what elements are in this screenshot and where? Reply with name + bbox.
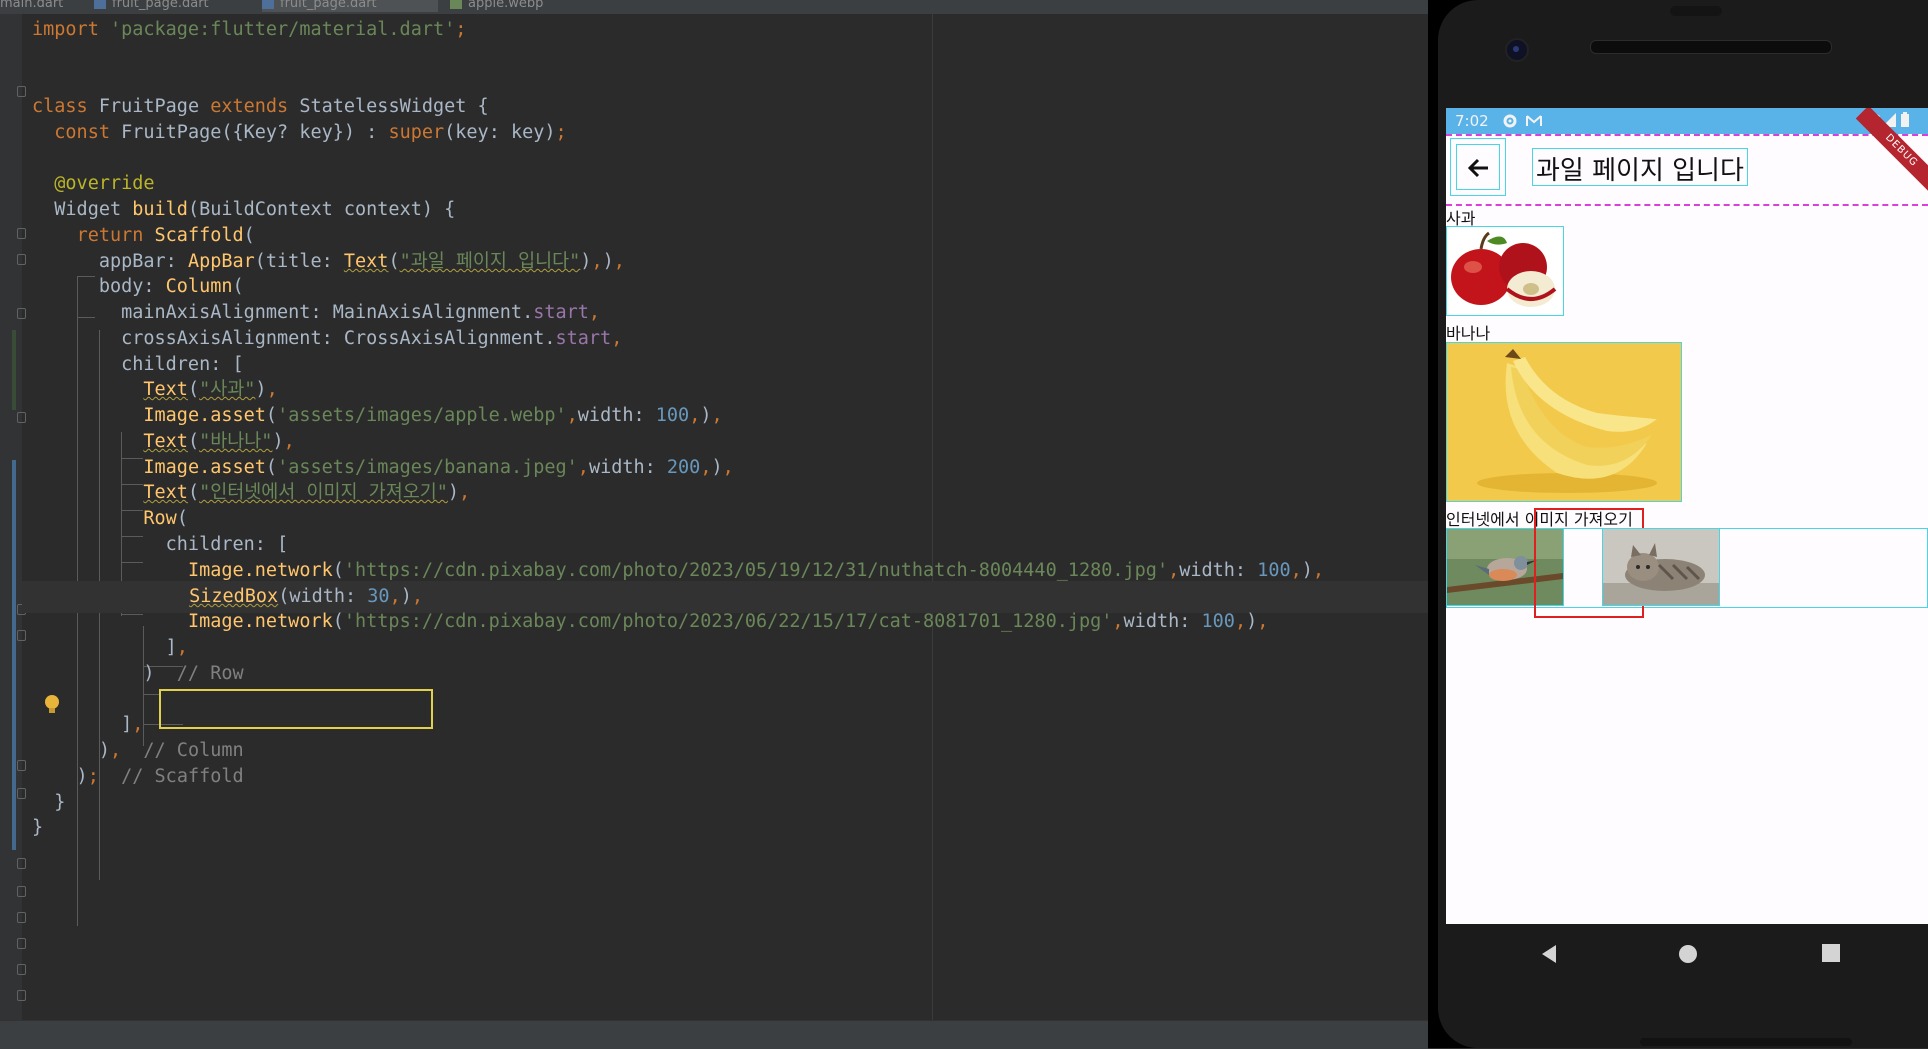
phone-top-notch	[1670, 6, 1722, 16]
gmail-icon	[1526, 115, 1542, 126]
fold-icon[interactable]	[17, 938, 26, 949]
sizedbox-selection-highlight	[159, 689, 433, 729]
debug-dash-line	[1446, 134, 1928, 136]
phone-screen[interactable]: 7:02 과일 페이지 입니다 DEBUG 사과 바나나 인터넷에서 이미지 가…	[1446, 108, 1928, 924]
editor-tab-bar: main.dart fruit_page.dart fruit_page.dar…	[0, 0, 1428, 14]
banana-label: 바나나	[1446, 324, 1491, 343]
fold-icon[interactable]	[17, 86, 26, 97]
code-editor[interactable]: import 'package:flutter/material.dart'; …	[0, 14, 1428, 1020]
cat-illustration	[1603, 529, 1719, 605]
phone-bottom-slot	[1640, 1038, 1852, 1046]
fold-icon[interactable]	[17, 912, 26, 923]
arrow-back-icon	[1467, 158, 1488, 178]
fold-icon[interactable]	[17, 964, 26, 975]
debug-dash-line	[1446, 204, 1928, 206]
fold-icon[interactable]	[17, 886, 26, 897]
fold-icon[interactable]	[17, 412, 26, 423]
code-line[interactable]: Image.network('https://cdn.pixabay.com/p…	[32, 606, 1268, 638]
gear-icon	[1503, 114, 1517, 128]
recents-nav-icon[interactable]	[1822, 944, 1840, 962]
code-line[interactable]: const FruitPage({Key? key}) : super(key:…	[32, 117, 566, 149]
banana-illustration	[1447, 343, 1681, 501]
fold-icon[interactable]	[17, 760, 26, 771]
fold-icon[interactable]	[17, 990, 26, 1001]
fold-icon[interactable]	[17, 858, 26, 869]
change-marker	[12, 330, 16, 410]
tab-fruit-page-active[interactable]: fruit_page.dart	[262, 0, 438, 12]
code-line[interactable]: import 'package:flutter/material.dart';	[32, 14, 466, 46]
android-nav-bar	[1446, 924, 1928, 984]
front-camera	[1505, 38, 1529, 62]
back-nav-icon[interactable]	[1540, 944, 1558, 964]
dart-file-icon	[94, 0, 106, 9]
image-file-icon	[450, 0, 462, 9]
widget-tree-guide	[143, 694, 159, 695]
cat-image	[1602, 528, 1720, 606]
editor-gutter	[0, 14, 22, 1020]
code-line[interactable]: ) // Row	[32, 658, 243, 690]
battery-icon	[1901, 112, 1909, 127]
fold-icon[interactable]	[17, 308, 26, 319]
lightbulb-icon[interactable]	[44, 694, 60, 716]
fold-icon[interactable]	[17, 788, 26, 799]
banana-image	[1446, 342, 1682, 502]
ide-status-bar	[0, 1020, 1428, 1049]
tab-apple-webp[interactable]: apple.webp	[450, 0, 580, 12]
change-marker	[12, 460, 16, 850]
home-nav-icon[interactable]	[1678, 944, 1698, 964]
android-status-bar: 7:02	[1446, 108, 1928, 134]
apple-illustration	[1447, 227, 1563, 315]
right-margin-guide	[932, 14, 933, 1020]
code-line[interactable]: }	[32, 812, 43, 844]
earpiece-speaker	[1590, 40, 1832, 54]
apple-image	[1446, 226, 1564, 316]
fold-icon[interactable]	[17, 630, 26, 641]
dart-file-icon	[262, 0, 274, 9]
page-title: 과일 페이지 입니다	[1536, 156, 1744, 186]
status-time: 7:02	[1455, 112, 1489, 130]
app-bar: 과일 페이지 입니다 DEBUG	[1446, 108, 1928, 208]
fold-icon[interactable]	[17, 254, 26, 265]
back-button[interactable]	[1456, 144, 1500, 190]
fold-icon[interactable]	[17, 228, 26, 239]
tab-main-dart[interactable]: main.dart	[0, 0, 86, 12]
tab-fruit-page-1[interactable]: fruit_page.dart	[94, 0, 244, 12]
